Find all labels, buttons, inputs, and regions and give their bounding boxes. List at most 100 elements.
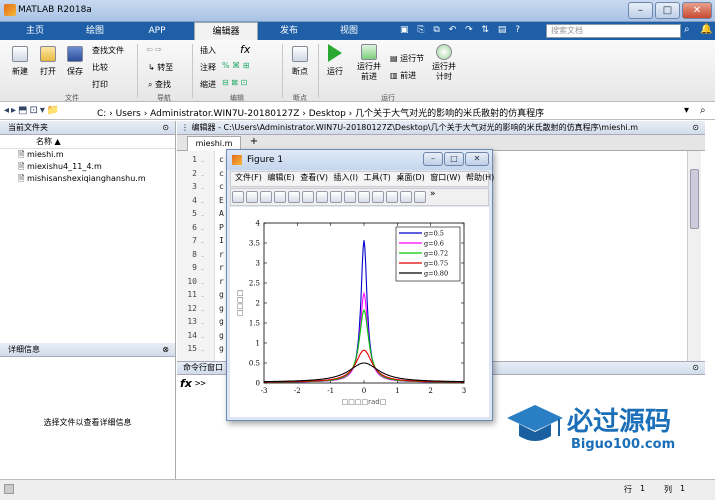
new-tab-button[interactable]: +	[247, 136, 261, 150]
code-line[interactable]: c	[219, 155, 224, 164]
figure-close-button[interactable]: ✕	[465, 152, 489, 166]
figure-minimize-button[interactable]: –	[423, 152, 443, 166]
open-icon[interactable]	[246, 191, 258, 203]
divider	[282, 44, 283, 98]
compare-button[interactable]: 比较	[92, 62, 108, 73]
back-forward-icons[interactable]: ⇦ ⇨	[146, 45, 162, 54]
fx-icon[interactable]: fx	[180, 377, 192, 390]
new-button[interactable]: 新建	[8, 46, 32, 77]
brush-icon[interactable]	[372, 191, 384, 203]
tab-home[interactable]: 主页	[14, 22, 56, 40]
comment-icons[interactable]: % ⌘ ⊞	[222, 61, 249, 70]
print-icon[interactable]	[274, 191, 286, 203]
search-icon[interactable]: ⌕	[684, 24, 690, 35]
menu-edit[interactable]: 编辑(E)	[267, 173, 294, 182]
panel-menu-icon[interactable]: ⊙	[162, 121, 169, 134]
refresh-icon[interactable]: ⌕	[700, 105, 706, 116]
figure-maximize-button[interactable]: □	[444, 152, 464, 166]
code-line[interactable]: g	[219, 344, 224, 353]
tab-apps[interactable]: APP	[136, 22, 178, 40]
editor-grip-icon: ⋮	[181, 123, 189, 132]
divider	[318, 44, 319, 98]
insert-button[interactable]: 插入	[200, 45, 216, 56]
menu-desktop[interactable]: 桌面(D)	[396, 173, 424, 182]
fx-button[interactable]: fx	[240, 43, 250, 56]
zoom-out-icon[interactable]	[316, 191, 328, 203]
breakpoints-button[interactable]: 断点	[288, 46, 312, 77]
save-icon[interactable]	[260, 191, 272, 203]
nav-arrows-icons[interactable]: ◂▸⬒⊡▾📁	[4, 105, 61, 116]
comment-button[interactable]: 注释	[200, 62, 216, 73]
code-line[interactable]: I	[219, 236, 224, 245]
panel-menu-icon[interactable]: ⊙	[692, 121, 699, 134]
menu-insert[interactable]: 插入(I)	[334, 173, 359, 182]
tab-view[interactable]: 视图	[326, 22, 372, 40]
close-button[interactable]: ✕	[682, 2, 712, 19]
zoom-in-icon[interactable]	[302, 191, 314, 203]
scroll-thumb[interactable]	[690, 169, 699, 229]
code-line[interactable]: r	[219, 263, 224, 272]
menu-tools[interactable]: 工具(T)	[364, 173, 391, 182]
file-list-item[interactable]: 🗎 mishisanshexiqianghanshu.m	[18, 173, 175, 185]
indent-button[interactable]: 缩进	[200, 79, 216, 90]
indent-icons[interactable]: ⊟ ⊠ ⊡	[222, 78, 247, 87]
code-line[interactable]: E	[219, 196, 224, 205]
menu-view[interactable]: 查看(V)	[300, 173, 328, 182]
find-button[interactable]: ⌕ 查找	[148, 79, 171, 90]
print-button[interactable]: 打印	[92, 79, 108, 90]
m-file-icon: 🗎	[18, 150, 25, 159]
address-bar[interactable]: ◂▸⬒⊡▾📁 C: › Users › Administrator.WIN7U-…	[0, 103, 715, 120]
pointer-icon[interactable]	[288, 191, 300, 203]
code-line[interactable]: r	[219, 250, 224, 259]
save-button[interactable]: 保存	[63, 46, 87, 77]
code-line[interactable]: c	[219, 182, 224, 191]
legend-icon[interactable]	[414, 191, 426, 203]
run-button[interactable]: 运行	[322, 44, 348, 77]
run-section-button[interactable]: ▤ 运行节	[390, 53, 424, 64]
rotate-icon[interactable]	[344, 191, 356, 203]
code-line[interactable]: g	[219, 290, 224, 299]
colorbar-icon[interactable]	[400, 191, 412, 203]
quick-access-icons[interactable]: ▣ ⎘ ⧉ ↶ ↷ ⇅ ▤ ?	[400, 25, 523, 35]
code-line[interactable]: g	[219, 331, 224, 340]
pan-icon[interactable]	[330, 191, 342, 203]
code-line[interactable]: g	[219, 304, 224, 313]
code-line[interactable]: g	[219, 317, 224, 326]
tab-plots[interactable]: 绘图	[74, 22, 116, 40]
menu-window[interactable]: 窗口(W)	[430, 173, 460, 182]
tab-editor[interactable]: 编辑器	[194, 22, 258, 40]
link-icon[interactable]	[386, 191, 398, 203]
tab-publish[interactable]: 发布	[266, 22, 312, 40]
menu-file[interactable]: 文件(F)	[235, 173, 262, 182]
line-marker: –	[201, 158, 204, 165]
goto-button[interactable]: ↳ 转至	[148, 62, 173, 73]
maximize-button[interactable]: □	[655, 2, 680, 19]
minimize-button[interactable]: –	[628, 2, 653, 19]
name-column-header[interactable]: 名称 ▲	[0, 135, 175, 149]
code-line[interactable]: P	[219, 223, 224, 232]
code-line[interactable]: r	[219, 277, 224, 286]
data-cursor-icon[interactable]	[358, 191, 370, 203]
file-list-item[interactable]: 🗎 mieshi.m	[18, 149, 175, 161]
code-line[interactable]: c	[219, 169, 224, 178]
y-tick-label: 3	[256, 260, 260, 268]
notification-icon[interactable]: 🔔	[700, 24, 712, 35]
editor-header: ⋮ 编辑器 - C:\Users\Administrator.WIN7U-201…	[177, 121, 705, 135]
code-line[interactable]: A	[219, 209, 224, 218]
collapse-icon[interactable]: ⊗	[162, 343, 169, 356]
file-list-item[interactable]: 🗎 miexishu4_11_4.m	[18, 161, 175, 173]
more-tools-icon[interactable]: »	[430, 189, 436, 199]
menu-help[interactable]: 帮助(H)	[466, 173, 494, 182]
search-docs-input[interactable]: 搜索文档	[546, 24, 681, 38]
panel-menu-icon[interactable]: ⊙	[692, 362, 699, 374]
find-files-button[interactable]: 查找文件	[92, 45, 124, 56]
editor-scrollbar[interactable]	[687, 151, 701, 361]
current-path[interactable]: C: › Users › Administrator.WIN7U-2018012…	[97, 106, 544, 119]
figure-window[interactable]: Figure 1 – □ ✕ 文件(F) 编辑(E) 查看(V) 插入(I) 工…	[226, 149, 494, 421]
browse-folder-icon[interactable]: ▾	[684, 105, 689, 116]
run-and-advance-button[interactable]: 运行并 前进	[354, 44, 384, 82]
advance-button[interactable]: ▥ 前进	[390, 70, 416, 81]
new-figure-icon[interactable]	[232, 191, 244, 203]
open-button[interactable]: 打开	[36, 46, 60, 77]
run-and-time-button[interactable]: 运行并 计时	[430, 44, 458, 82]
